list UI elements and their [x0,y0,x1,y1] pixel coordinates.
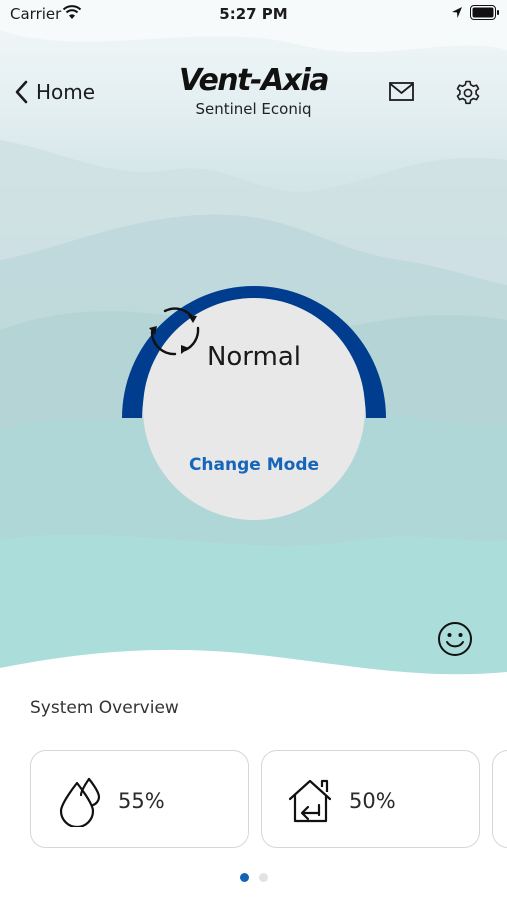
recycle-arrows-icon [149,307,200,356]
overview-card-ventilation[interactable]: 50% [261,750,480,848]
battery-icon [470,5,499,20]
house-return-icon [288,779,332,823]
page-dot-1[interactable] [239,873,249,882]
brand: Vent-Axia Sentinel Econiq [0,63,507,119]
mail-icon[interactable] [389,82,414,102]
smiley-icon[interactable] [437,621,473,657]
page-indicator[interactable] [0,873,507,882]
humidity-icon [59,777,101,827]
brand-logo: Vent-Axia [178,63,330,98]
overview-card-peek[interactable] [492,750,507,848]
location-arrow-icon [452,7,462,18]
overview-carousel[interactable]: 55% 50% [30,750,507,850]
overview-card-humidity[interactable]: 55% [30,750,249,848]
clock: 5:27 PM [219,5,288,23]
nav-bar: Home Vent-Axia Sentinel Econiq [0,60,507,130]
mode-dial: Normal Change Mode [120,276,388,526]
humidity-value: 55% [118,789,165,813]
mode-circle: Normal Change Mode [143,298,365,520]
gear-icon[interactable] [455,80,481,106]
page-dot-2[interactable] [258,873,268,882]
status-bar: Carrier 5:27 PM [0,0,507,28]
change-mode-button[interactable]: Change Mode [143,455,365,475]
hero-background: Carrier 5:27 PM Home Vent-Axia Sentinel … [0,0,507,690]
product-name: Sentinel Econiq [195,100,312,118]
ventilation-value: 50% [349,789,396,813]
section-title: System Overview [30,698,179,718]
